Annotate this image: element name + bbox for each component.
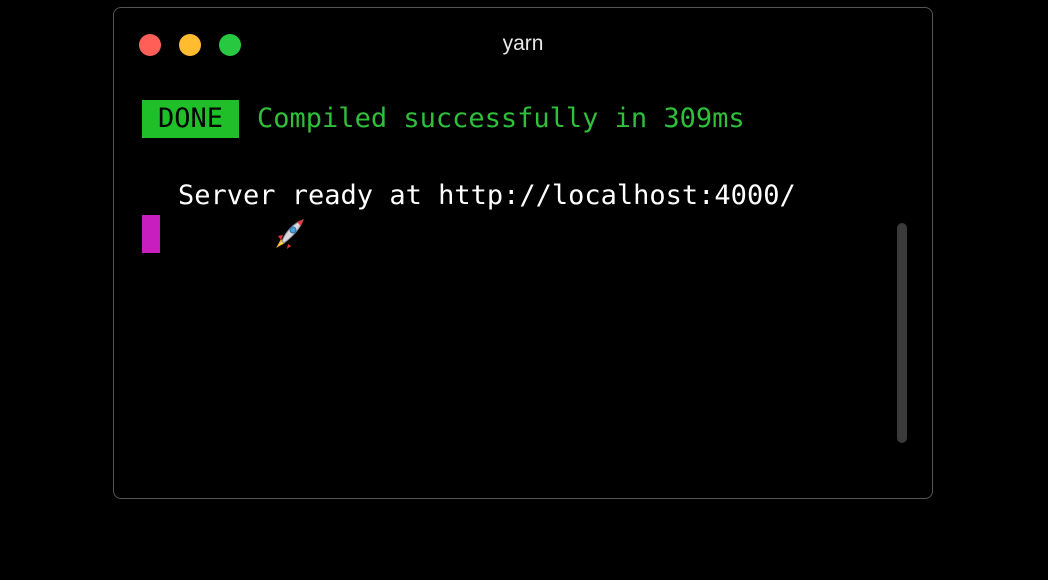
- window-title: yarn: [502, 32, 544, 55]
- scrollbar[interactable]: [897, 223, 907, 443]
- title-bar: yarn: [114, 8, 932, 80]
- terminal-output[interactable]: DONE Compiled successfully in 309ms Serv…: [142, 100, 796, 366]
- done-badge: DONE: [142, 100, 240, 138]
- terminal-window: yarn DONE Compiled successfully in 309ms: [113, 7, 933, 499]
- compile-status-line: DONE Compiled successfully in 309ms: [142, 100, 745, 138]
- server-message: Server ready at http://localhost:4000/: [178, 180, 796, 211]
- terminal-cursor: [142, 215, 160, 253]
- compiled-message: Compiled successfully in 309ms: [257, 103, 745, 134]
- rocket-icon: [142, 179, 304, 249]
- server-status-line: Server ready at http://localhost:4000/: [142, 177, 796, 249]
